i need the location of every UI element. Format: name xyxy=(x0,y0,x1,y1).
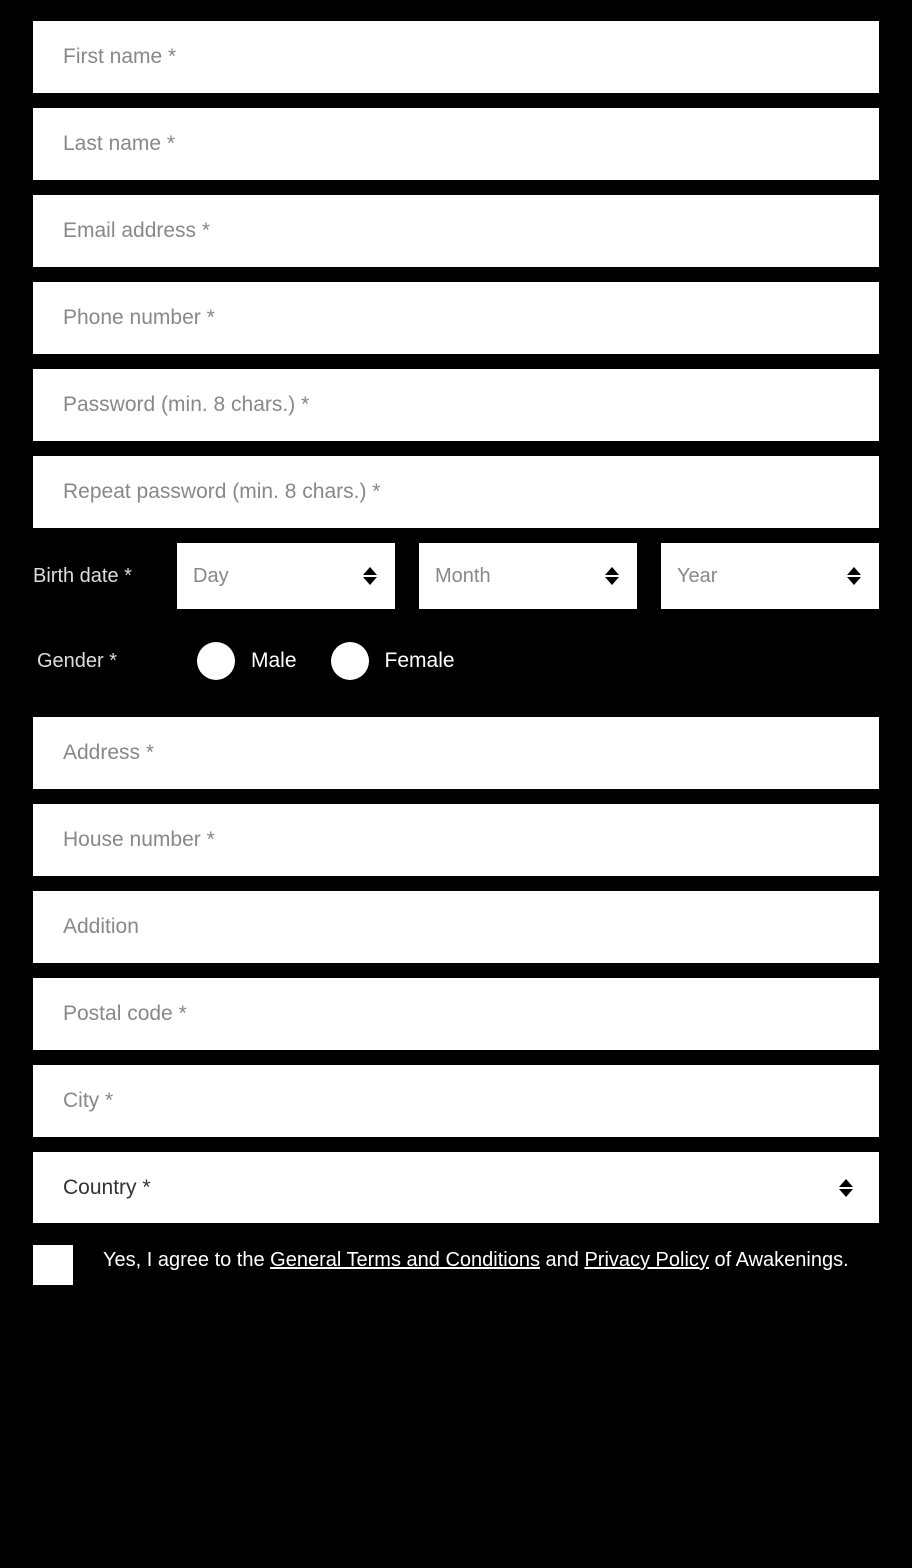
terms-text: Yes, I agree to the General Terms and Co… xyxy=(103,1245,849,1276)
year-select[interactable]: Year xyxy=(661,543,879,609)
address-input[interactable] xyxy=(33,717,879,789)
house-number-input[interactable] xyxy=(33,804,879,876)
country-select[interactable]: Country * xyxy=(33,1152,879,1223)
postal-code-input[interactable] xyxy=(33,978,879,1050)
radio-icon xyxy=(197,642,235,680)
month-select[interactable]: Month xyxy=(419,543,637,609)
terms-link[interactable]: General Terms and Conditions xyxy=(270,1249,540,1271)
gender-female-label: Female xyxy=(385,649,455,673)
gender-male-label: Male xyxy=(251,649,297,673)
day-select[interactable]: Day xyxy=(177,543,395,609)
city-input[interactable] xyxy=(33,1065,879,1137)
gender-label: Gender * xyxy=(37,650,177,673)
gender-male-radio[interactable]: Male xyxy=(197,642,297,680)
email-input[interactable] xyxy=(33,195,879,267)
birth-date-label: Birth date * xyxy=(33,565,153,588)
privacy-link[interactable]: Privacy Policy xyxy=(584,1249,708,1271)
last-name-input[interactable] xyxy=(33,108,879,180)
password-input[interactable] xyxy=(33,369,879,441)
gender-female-radio[interactable]: Female xyxy=(331,642,455,680)
addition-input[interactable] xyxy=(33,891,879,963)
phone-input[interactable] xyxy=(33,282,879,354)
radio-icon xyxy=(331,642,369,680)
terms-checkbox[interactable] xyxy=(33,1245,73,1285)
repeat-password-input[interactable] xyxy=(33,456,879,528)
first-name-input[interactable] xyxy=(33,21,879,93)
